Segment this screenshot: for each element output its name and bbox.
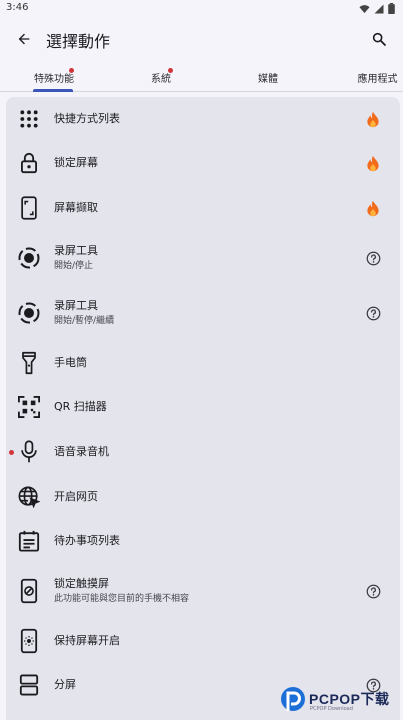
list-item-keep-screen-on[interactable]: 保持屏幕开启: [6, 619, 400, 663]
tab-system[interactable]: 系統: [138, 62, 184, 92]
status-time: 3:46: [6, 2, 29, 13]
list-item-screenshot[interactable]: 屏幕撷取: [6, 185, 400, 231]
list-item-flashlight[interactable]: 手电筒: [6, 341, 400, 385]
screenshot-icon: [16, 195, 42, 221]
item-title: 保持屏幕开启: [54, 634, 120, 647]
item-title: 录屏工具: [54, 244, 98, 257]
touch-lock-icon: [16, 578, 42, 604]
record-icon: [16, 245, 42, 271]
search-button[interactable]: [367, 27, 391, 51]
item-title: 待办事项列表: [54, 534, 120, 547]
item-title: 开启网页: [54, 490, 98, 503]
list-item-screen-recorder-start-stop[interactable]: 录屏工具 開始/停止: [6, 231, 400, 285]
fire-icon: [364, 154, 382, 172]
tab-badge-dot: [168, 68, 173, 73]
item-title: 语音录音机: [54, 445, 109, 458]
tab-label: 媒體: [258, 73, 278, 85]
item-title: 快捷方式列表: [54, 112, 120, 125]
tab-label: 特殊功能: [34, 73, 74, 85]
item-title: 分屏: [54, 678, 76, 691]
item-title: QR 扫描器: [54, 400, 107, 413]
list-item-lock-touchscreen[interactable]: 锁定触摸屏 此功能可能與您目前的手機不相容: [6, 563, 400, 619]
pcpop-logo-icon: [281, 687, 305, 711]
battery-icon: [388, 3, 395, 14]
app-bar: 選擇動作: [0, 18, 403, 60]
item-title: 手电筒: [54, 356, 87, 369]
page-title: 選擇動作: [46, 32, 111, 51]
back-button[interactable]: [12, 27, 36, 51]
item-title: 屏幕撷取: [54, 201, 98, 214]
watermark-subtext: PCPOP Download: [310, 706, 353, 712]
split-screen-icon: [16, 672, 42, 698]
web-icon: [16, 484, 42, 510]
microphone-icon: [16, 439, 42, 465]
screen-on-icon: [16, 628, 42, 654]
list-item-shortcut-list[interactable]: 快捷方式列表: [6, 97, 400, 141]
tab-media[interactable]: 媒體: [245, 62, 291, 92]
tab-label: 應用程式: [357, 73, 398, 85]
list-item-screen-recorder-pause[interactable]: 录屏工具 開始/暫停/繼續: [6, 285, 400, 341]
item-subtitle: 開始/暫停/繼續: [54, 316, 115, 326]
status-icons: [359, 3, 395, 14]
item-title: 锁定屏幕: [54, 156, 98, 169]
qr-scan-icon: [16, 394, 42, 420]
help-icon[interactable]: [364, 249, 382, 267]
tab-indicator: [33, 89, 73, 92]
lock-icon: [16, 150, 42, 176]
fire-icon: [364, 199, 382, 217]
grid-dots-icon: [16, 106, 42, 132]
help-icon[interactable]: [364, 304, 382, 322]
fire-icon: [364, 110, 382, 128]
list-item-qr-scanner[interactable]: QR 扫描器: [6, 385, 400, 429]
search-icon: [372, 32, 386, 46]
action-list: 快捷方式列表 锁定屏幕 屏幕撷取 录屏工具 開始/停止 录屏工具 開始/暫停/繼…: [6, 97, 400, 720]
item-title: 锁定触摸屏: [54, 577, 109, 590]
new-badge-dot: [9, 449, 14, 455]
flashlight-icon: [16, 350, 42, 376]
help-icon[interactable]: [364, 582, 382, 600]
item-subtitle: 開始/停止: [54, 261, 94, 271]
tab-apps[interactable]: 應用程式: [352, 62, 403, 92]
tab-bar: 特殊功能 系統 媒體 應用程式: [0, 62, 403, 92]
wifi-icon: [359, 4, 370, 13]
tab-special[interactable]: 特殊功能: [28, 62, 80, 92]
item-title: 录屏工具: [54, 299, 98, 312]
status-bar: 3:46: [0, 0, 403, 18]
list-item-voice-recorder[interactable]: 语音录音机: [6, 429, 400, 475]
watermark: PCPOP下载 PCPOP Download: [279, 683, 403, 720]
todo-icon: [16, 528, 42, 554]
arrow-back-icon: [18, 33, 30, 45]
tab-badge-dot: [69, 68, 74, 73]
record-icon: [16, 300, 42, 326]
signal-icon: [374, 4, 384, 13]
list-item-open-webpage[interactable]: 开启网页: [6, 475, 400, 519]
list-item-todo-list[interactable]: 待办事项列表: [6, 519, 400, 563]
list-item-lock-screen[interactable]: 锁定屏幕: [6, 141, 400, 185]
item-subtitle: 此功能可能與您目前的手機不相容: [54, 594, 190, 604]
